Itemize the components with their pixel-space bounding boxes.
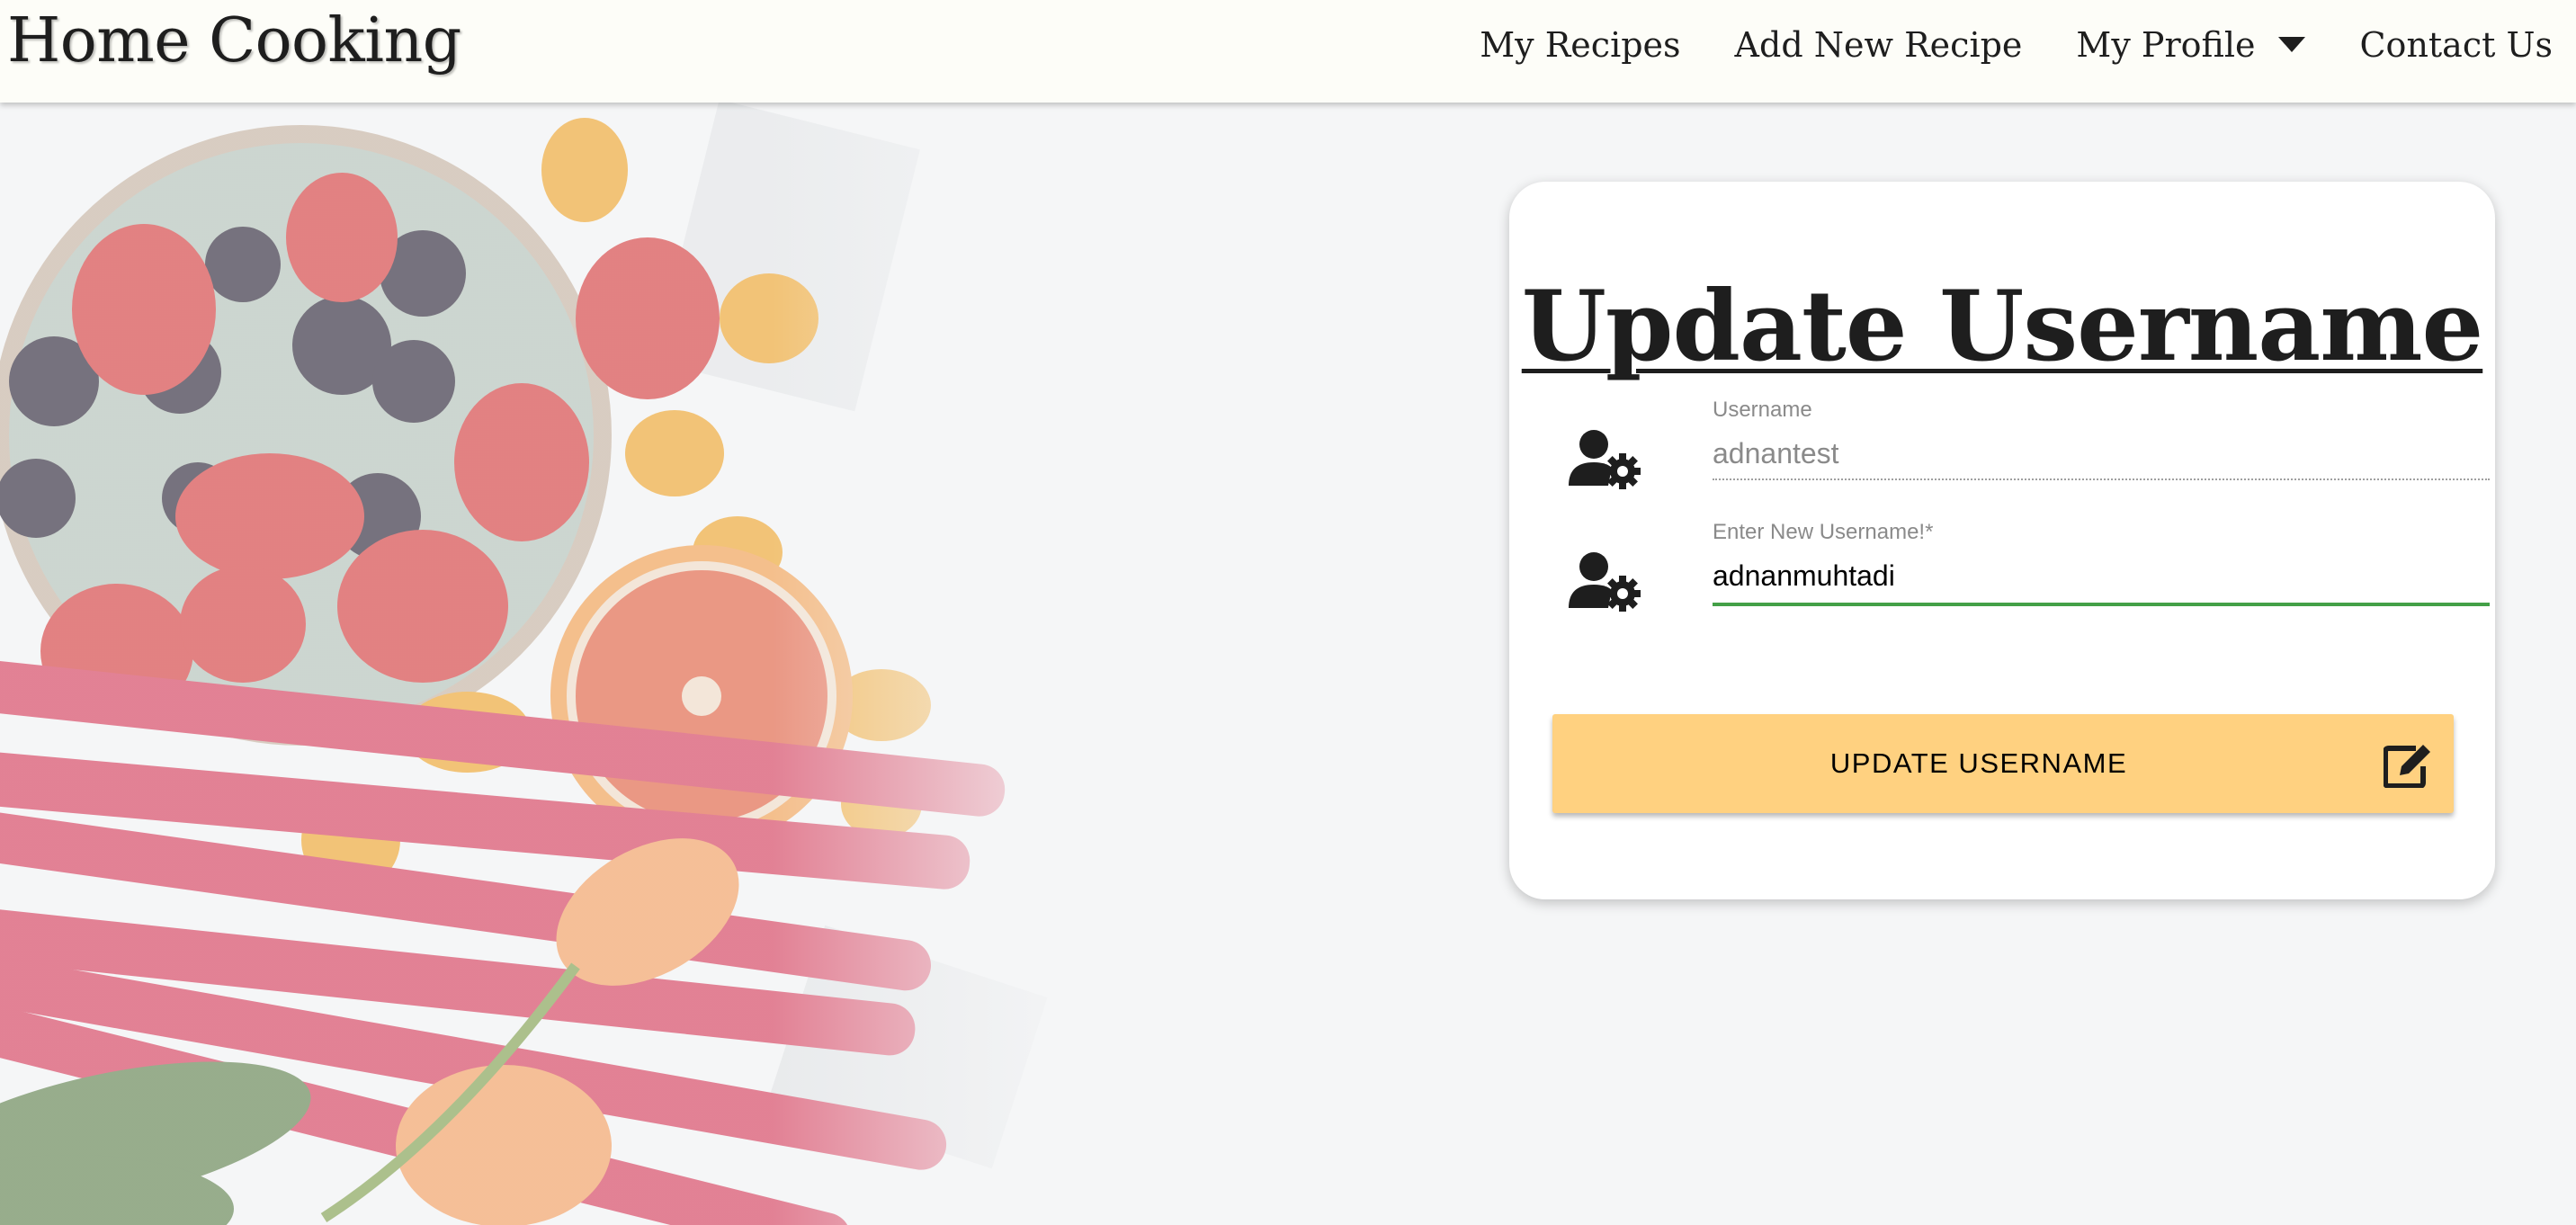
new-username-input[interactable] bbox=[1713, 550, 2490, 601]
nav-link-my-recipes[interactable]: My Recipes bbox=[1453, 25, 1707, 65]
user-cog-icon bbox=[1569, 552, 1641, 612]
update-username-button[interactable]: UPDATE USERNAME bbox=[1552, 714, 2454, 813]
new-username-field: Enter New Username!* bbox=[1569, 518, 2490, 626]
nav-link-add-new-recipe[interactable]: Add New Recipe bbox=[1708, 25, 2050, 65]
new-username-underline bbox=[1713, 603, 2490, 606]
brand-logo[interactable]: Home Cooking bbox=[7, 5, 461, 76]
edit-icon bbox=[2384, 745, 2430, 788]
caret-down-icon bbox=[2278, 37, 2306, 52]
current-username-field: Username bbox=[1569, 396, 2490, 504]
page-title: Update Username bbox=[1521, 270, 2483, 383]
current-username-underline bbox=[1713, 478, 2490, 480]
current-username-input bbox=[1713, 428, 2490, 478]
navbar: Home Cooking My Recipes Add New Recipe M… bbox=[0, 0, 2576, 103]
nav-link-my-profile-label: My Profile bbox=[2076, 25, 2256, 65]
new-username-label: Enter New Username!* bbox=[1713, 520, 1934, 544]
nav-link-contact-us[interactable]: Contact Us bbox=[2332, 25, 2553, 65]
nav-links: My Recipes Add New Recipe My Profile Con… bbox=[1453, 0, 2553, 90]
nav-link-my-profile[interactable]: My Profile bbox=[2049, 25, 2332, 65]
user-cog-icon bbox=[1569, 430, 1641, 489]
update-username-card: Update Username Username adnantest Enter… bbox=[1509, 182, 2495, 899]
update-username-button-label: UPDATE USERNAME bbox=[1829, 747, 2128, 779]
current-username-label: Username bbox=[1713, 398, 1812, 422]
